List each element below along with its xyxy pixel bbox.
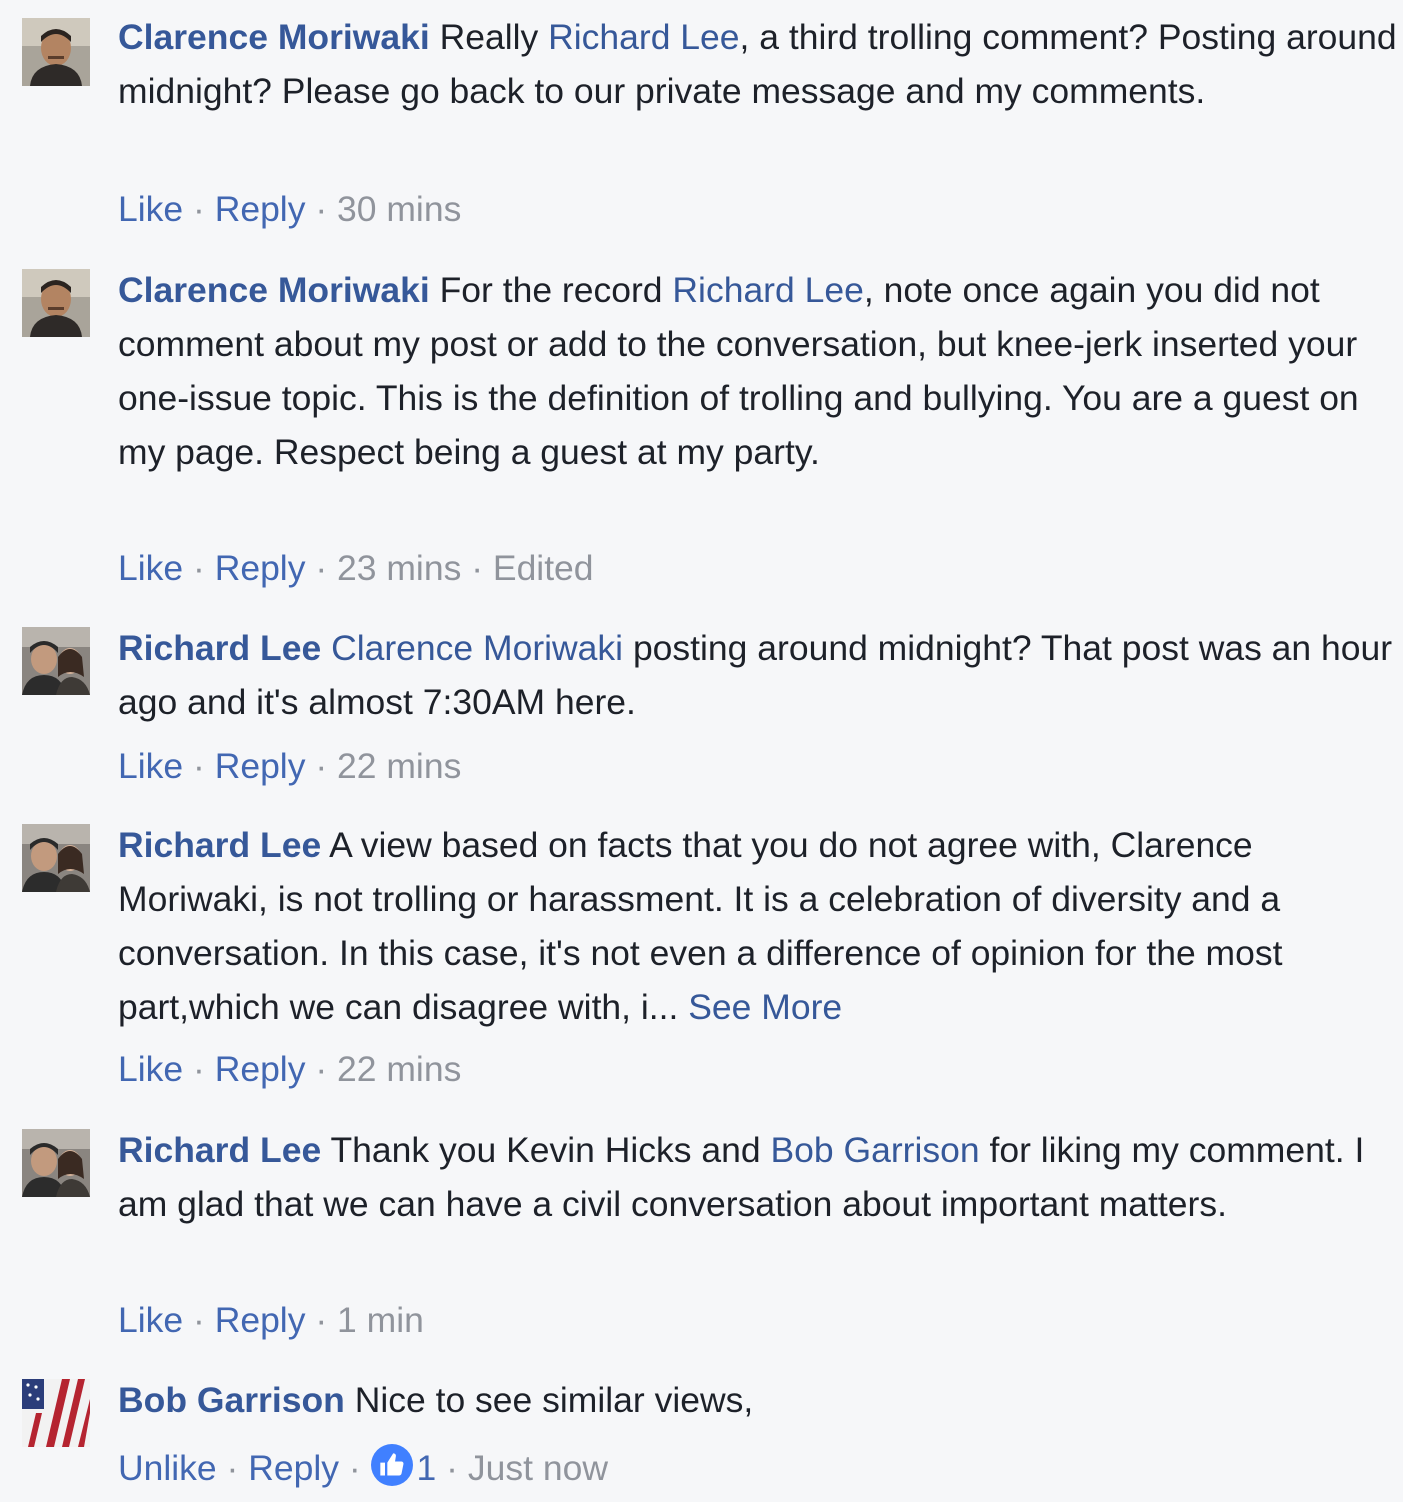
reply-button[interactable]: Reply	[215, 1300, 306, 1340]
clarence-avatar	[22, 18, 90, 86]
like-button[interactable]: Like	[118, 746, 183, 786]
richard-avatar	[22, 824, 90, 892]
comment-text: Thank you Kevin Hicks and	[321, 1130, 771, 1170]
reaction-count[interactable]: 1	[417, 1448, 437, 1488]
comment-actions: Like · Reply · 30 mins	[118, 189, 462, 229]
timestamp[interactable]: 22 mins	[337, 1049, 461, 1089]
comment-text	[321, 628, 331, 668]
clarence-avatar	[22, 269, 90, 337]
comment-actions: Like · Reply · 22 mins	[118, 1049, 462, 1089]
reply-button[interactable]: Reply	[215, 189, 306, 229]
comment-actions: Like · Reply · 23 mins · Edited	[118, 548, 594, 588]
bob-avatar	[22, 1379, 90, 1447]
reply-button[interactable]: Reply	[215, 548, 306, 588]
comment-body: Clarence Moriwaki Really Richard Lee, a …	[118, 10, 1398, 118]
comment-actions: Like · Reply · 22 mins	[118, 746, 462, 786]
unlike-button[interactable]: Unlike	[118, 1448, 217, 1488]
comment-author[interactable]: Richard Lee	[118, 825, 321, 865]
comment-actions: Unlike · Reply · 1 · Just now	[118, 1441, 608, 1495]
comment-body: Richard Lee Clarence Moriwaki posting ar…	[118, 621, 1398, 729]
comment-body: Bob Garrison Nice to see similar views,	[118, 1373, 1398, 1427]
avatar[interactable]	[22, 824, 90, 892]
timestamp[interactable]: 23 mins	[337, 548, 461, 588]
comment-text: For the record	[429, 270, 673, 310]
reply-button[interactable]: Reply	[248, 1448, 339, 1488]
like-button[interactable]: Like	[118, 189, 183, 229]
mention-link[interactable]: Richard Lee	[548, 17, 739, 57]
timestamp[interactable]: 1 min	[337, 1300, 424, 1340]
see-more-link[interactable]: See More	[688, 987, 842, 1027]
richard-avatar	[22, 1129, 90, 1197]
edited-label[interactable]: Edited	[493, 548, 594, 588]
mention-link[interactable]: Bob Garrison	[770, 1130, 979, 1170]
comment-body: Richard Lee Thank you Kevin Hicks and Bo…	[118, 1123, 1398, 1231]
mention-link[interactable]: Richard Lee	[672, 270, 863, 310]
avatar[interactable]	[22, 1129, 90, 1197]
comment-text: Really	[429, 17, 549, 57]
thumbs-up-icon[interactable]	[370, 1444, 413, 1486]
comment-author[interactable]: Clarence Moriwaki	[118, 17, 430, 57]
comment-author[interactable]: Bob Garrison	[118, 1380, 345, 1420]
avatar[interactable]	[22, 627, 90, 695]
comment-author[interactable]: Clarence Moriwaki	[118, 270, 430, 310]
mention-link[interactable]: Clarence Moriwaki	[331, 628, 623, 668]
like-button[interactable]: Like	[118, 548, 183, 588]
like-button[interactable]: Like	[118, 1049, 183, 1089]
timestamp[interactable]: 30 mins	[337, 189, 461, 229]
avatar[interactable]	[22, 18, 90, 86]
like-button[interactable]: Like	[118, 1300, 183, 1340]
comment-body: Richard Lee A view based on facts that y…	[118, 818, 1398, 1034]
reply-button[interactable]: Reply	[215, 1049, 306, 1089]
comment-thread: Clarence Moriwaki Really Richard Lee, a …	[0, 0, 1403, 1502]
comment-text: Nice to see similar views,	[344, 1380, 754, 1420]
avatar[interactable]	[22, 1379, 90, 1447]
timestamp[interactable]: Just now	[468, 1448, 608, 1488]
comment-actions: Like · Reply · 1 min	[118, 1300, 424, 1340]
comment-author[interactable]: Richard Lee	[118, 628, 321, 668]
comment-author[interactable]: Richard Lee	[118, 1130, 321, 1170]
comment-body: Clarence Moriwaki For the record Richard…	[118, 263, 1398, 479]
reply-button[interactable]: Reply	[215, 746, 306, 786]
richard-avatar	[22, 627, 90, 695]
avatar[interactable]	[22, 269, 90, 337]
timestamp[interactable]: 22 mins	[337, 746, 461, 786]
